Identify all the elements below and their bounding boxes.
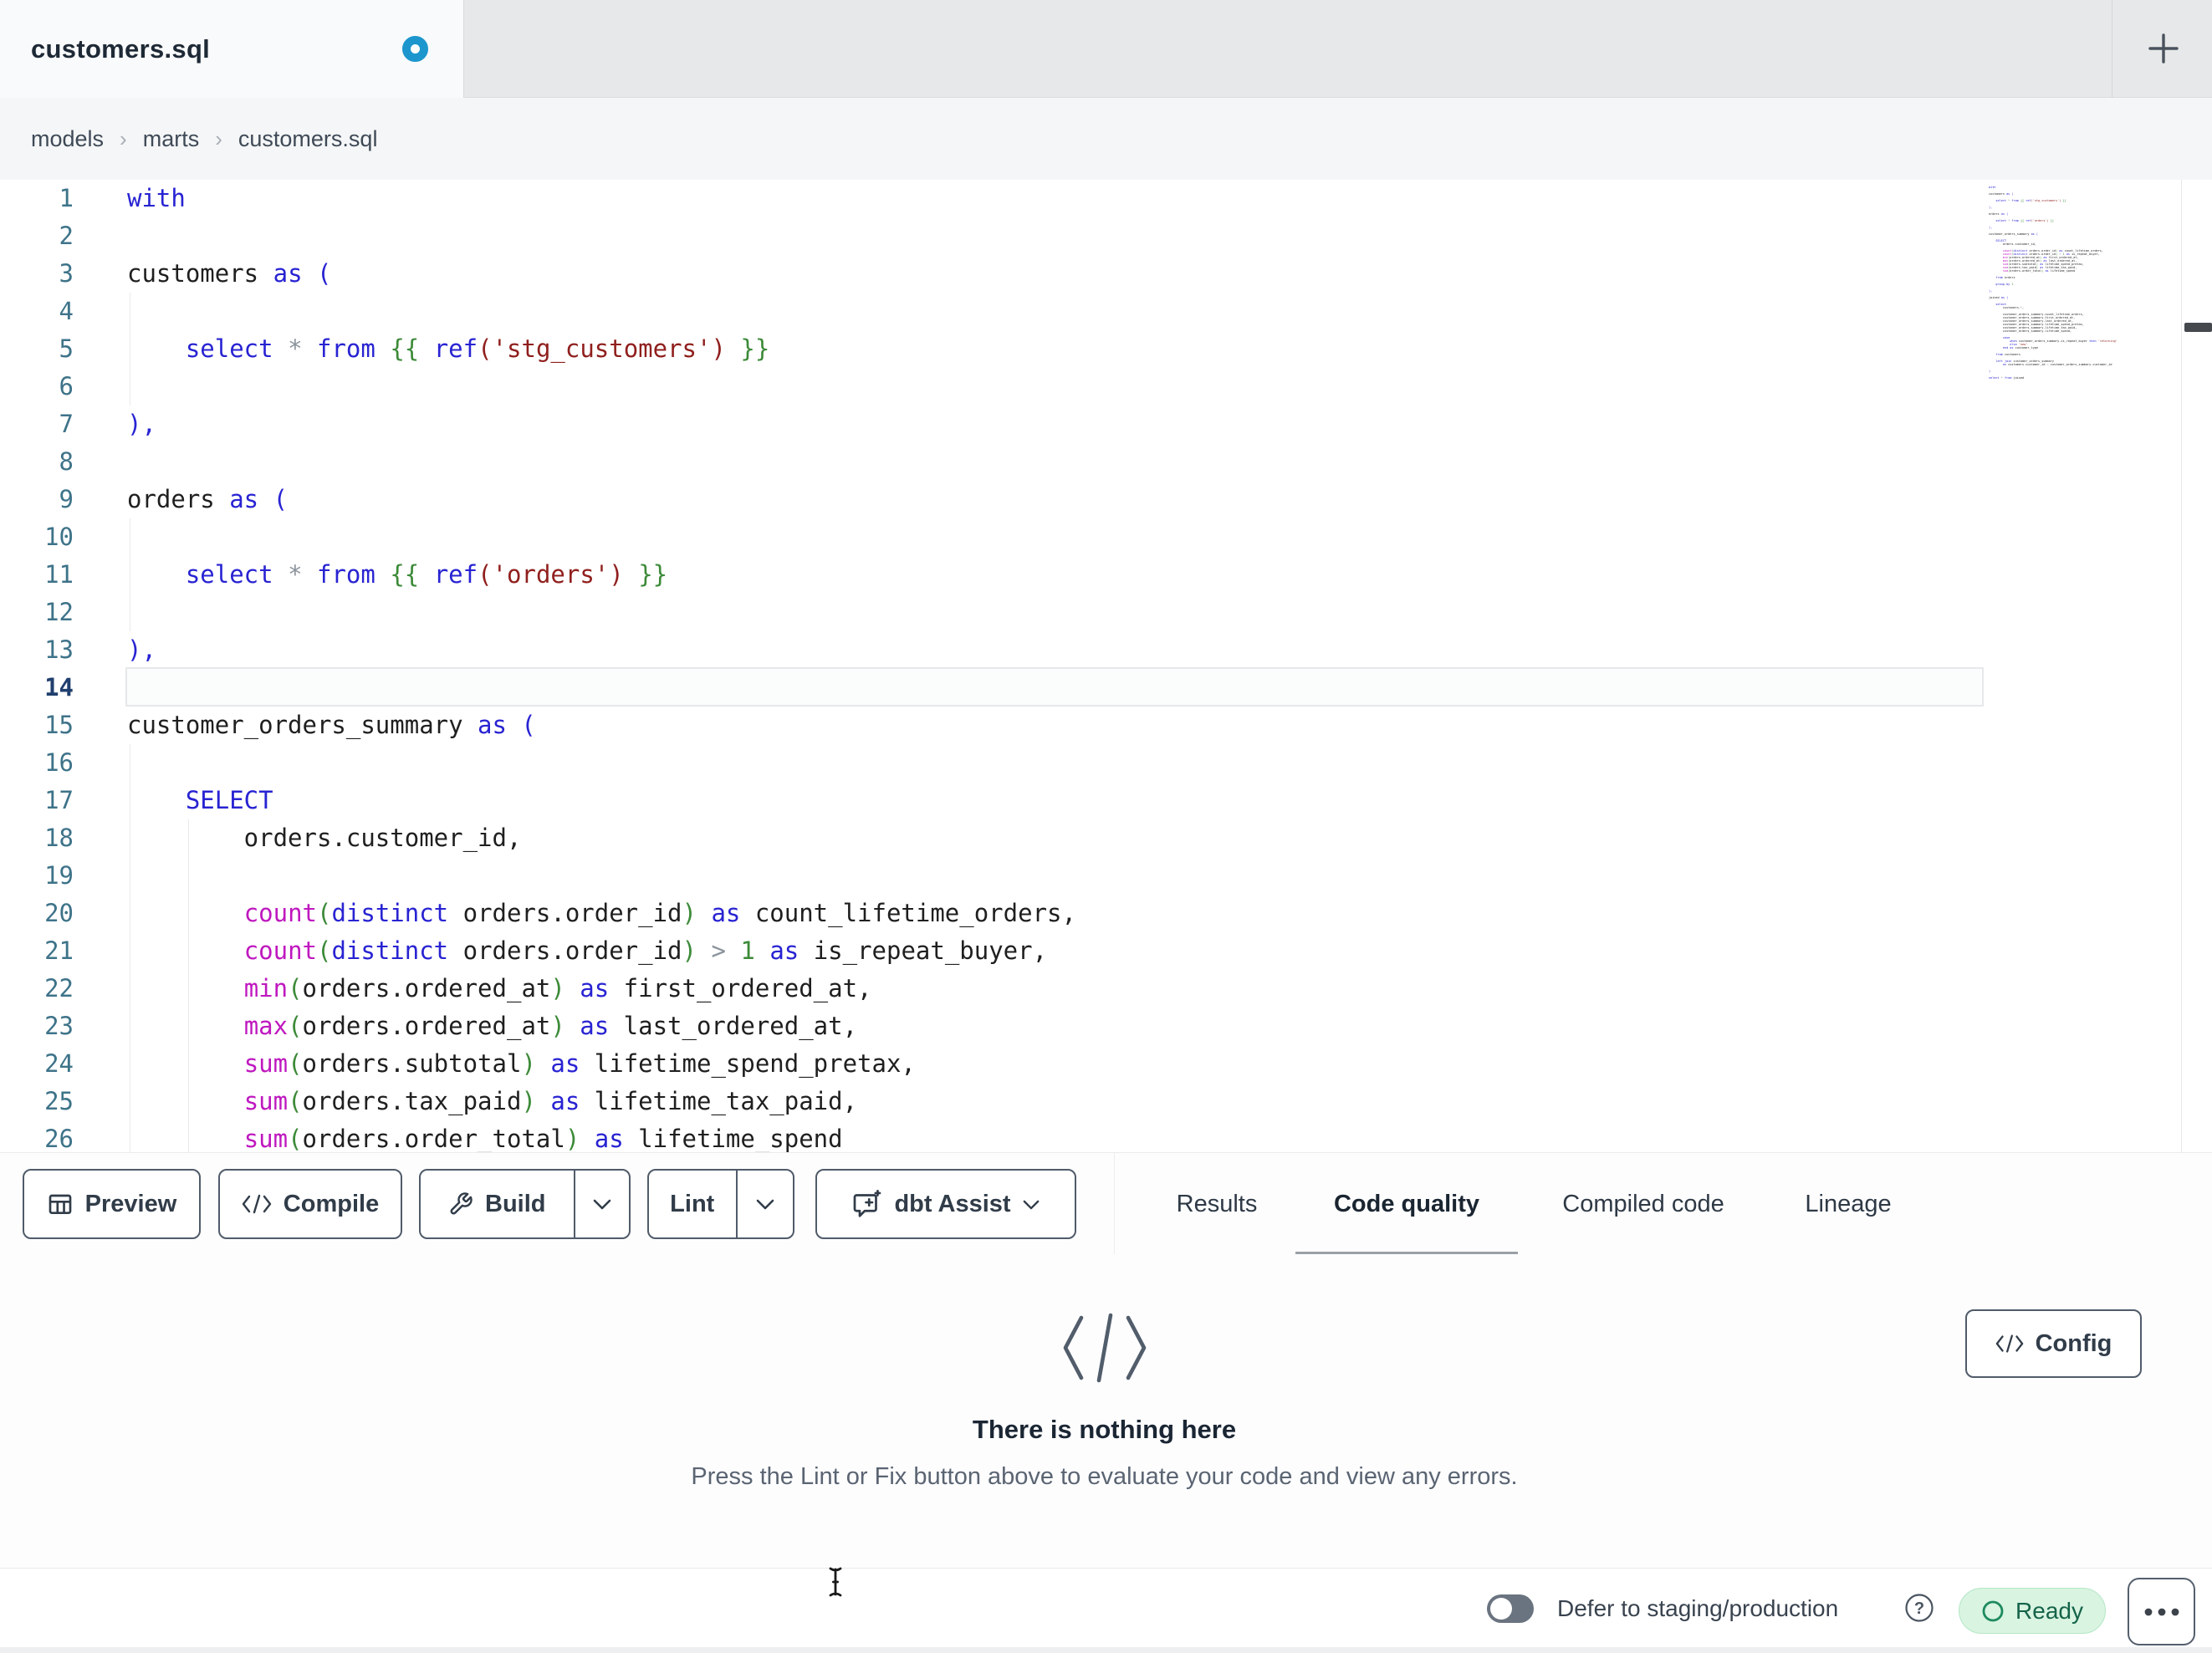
line-number: 24	[44, 1049, 74, 1078]
code-line[interactable]: select * from {{ ref('orders') }}	[127, 556, 667, 594]
code-line[interactable]: select * from {{ ref('stg_customers') }}	[127, 330, 769, 368]
dbt-cloud-ide: customers.sql models › marts › customers.sql	[0, 0, 2212, 1653]
file-tab-customers-sql[interactable]: customers.sql	[0, 0, 464, 99]
breadcrumb-item[interactable]: customers.sql	[238, 126, 378, 152]
toggle-knob	[1490, 1598, 1512, 1620]
active-line-highlight	[125, 667, 1984, 707]
panel-tab-lineage[interactable]: Lineage	[1781, 1153, 1915, 1255]
line-number: 23	[44, 1012, 74, 1040]
file-tab-title: customers.sql	[31, 34, 211, 64]
breadcrumb-item[interactable]: models	[31, 126, 104, 152]
breadcrumb-item[interactable]: marts	[143, 126, 200, 152]
line-number: 10	[44, 523, 74, 551]
unsaved-indicator-icon	[402, 36, 428, 62]
plus-icon	[2143, 28, 2184, 69]
line-number: 5	[59, 334, 74, 363]
code-line[interactable]: SELECT	[127, 782, 273, 819]
line-number: 22	[44, 974, 74, 1003]
circle-outline-icon	[1981, 1599, 2005, 1623]
status-badge: Ready	[1959, 1588, 2106, 1634]
code-line[interactable]: min(orders.ordered_at) as first_ordered_…	[127, 970, 872, 1008]
code-line[interactable]: ),	[127, 406, 156, 443]
code-line[interactable]: orders as (	[127, 481, 288, 518]
ellipsis-icon	[2143, 1607, 2180, 1617]
status-bar: Defer to staging/production ? Ready	[0, 1568, 2212, 1647]
panel-tab-results[interactable]: Results	[1154, 1153, 1280, 1255]
editor-right-divider	[2181, 180, 2182, 1152]
defer-label: Defer to staging/production	[1557, 1594, 1839, 1621]
question-circle-icon[interactable]: ?	[1903, 1592, 1935, 1624]
code-line[interactable]: count(distinct orders.order_id) as count…	[127, 895, 1076, 932]
line-number: 6	[59, 372, 74, 400]
panel-tab-code-quality[interactable]: Code quality	[1295, 1153, 1518, 1259]
window-bottom-edge	[0, 1647, 2212, 1653]
config-button-label: Config	[2035, 1329, 2112, 1357]
code-line[interactable]: sum(orders.tax_paid) as lifetime_tax_pai…	[127, 1083, 857, 1120]
line-number: 20	[44, 899, 74, 927]
line-number: 25	[44, 1087, 74, 1115]
code-brackets-icon	[1995, 1334, 2024, 1354]
empty-state-title: There is nothing here	[972, 1415, 1237, 1444]
line-number: 11	[44, 560, 74, 589]
line-number: 9	[59, 485, 74, 513]
line-number: 21	[44, 936, 74, 965]
code-line[interactable]: ),	[127, 631, 156, 669]
empty-state-subtitle: Press the Lint or Fix button above to ev…	[691, 1463, 1518, 1490]
line-number: 26	[44, 1125, 74, 1152]
code-line[interactable]: customers as (	[127, 255, 331, 293]
code-line[interactable]: with	[127, 180, 186, 217]
line-number: 19	[44, 861, 74, 890]
results-panel-tabs: Results Code quality Compiled code Lineage	[0, 1153, 2212, 1259]
code-line[interactable]: sum(orders.order_total) as lifetime_spen…	[127, 1120, 843, 1152]
minimap-line: select * from joined	[1989, 376, 2025, 380]
editor-tab-bar: customers.sql	[0, 0, 2212, 99]
more-options-button[interactable]	[2128, 1578, 2195, 1645]
breadcrumb-separator: ›	[215, 125, 222, 151]
status-badge-label: Ready	[2015, 1597, 2083, 1624]
panel-tab-compiled-code[interactable]: Compiled code	[1535, 1153, 1752, 1255]
line-number: 3	[59, 259, 74, 288]
breadcrumb: models › marts › customers.sql	[31, 98, 377, 180]
svg-text:?: ?	[1914, 1599, 1924, 1618]
invocation-toolbar: Preview Compile Build Lint dbt Assist Re…	[0, 1152, 2212, 1259]
line-number: 15	[44, 711, 74, 739]
code-line[interactable]: count(distinct orders.order_id) > 1 as i…	[127, 932, 1047, 970]
code-line[interactable]: orders.customer_id,	[127, 819, 522, 857]
line-number: 14	[44, 673, 74, 702]
line-number: 4	[59, 297, 74, 325]
line-number: 13	[44, 635, 74, 664]
code-line[interactable]: sum(orders.subtotal) as lifetime_spend_p…	[127, 1045, 916, 1083]
line-number: 16	[44, 748, 74, 777]
defer-toggle[interactable]	[1487, 1594, 1534, 1623]
editor-minimap[interactable]: with customers as ( select * from {{ ref…	[1989, 186, 2181, 386]
line-number: 12	[44, 598, 74, 626]
code-brackets-icon	[1059, 1313, 1151, 1383]
line-number: 7	[59, 410, 74, 438]
line-number: 18	[44, 824, 74, 852]
line-number: 2	[59, 222, 74, 250]
line-number: 8	[59, 447, 74, 476]
indent-guide	[188, 857, 189, 895]
new-tab-button[interactable]	[2143, 28, 2184, 69]
breadcrumb-row: models›marts›customers.sql Save	[0, 98, 2212, 271]
code-line[interactable]: max(orders.ordered_at) as last_ordered_a…	[127, 1008, 857, 1045]
config-button[interactable]: Config	[1965, 1309, 2142, 1378]
minimap-content: with customers as ( select * from {{ ref…	[1989, 186, 2181, 380]
breadcrumb-separator: ›	[120, 125, 127, 151]
line-number: 1	[59, 184, 74, 212]
code-line[interactable]: customer_orders_summary as (	[127, 707, 536, 744]
code-quality-panel: Config There is nothing here Press the L…	[0, 1254, 2212, 1568]
code-editor[interactable]: 1 2 3 4 5 6 7 8 9 10 11 12 13 14 15 16 17 18 19 20 21 22 23 24 2…	[0, 180, 2212, 1152]
line-number: 17	[44, 786, 74, 814]
editor-scrollbar-thumb[interactable]	[2184, 323, 2212, 332]
